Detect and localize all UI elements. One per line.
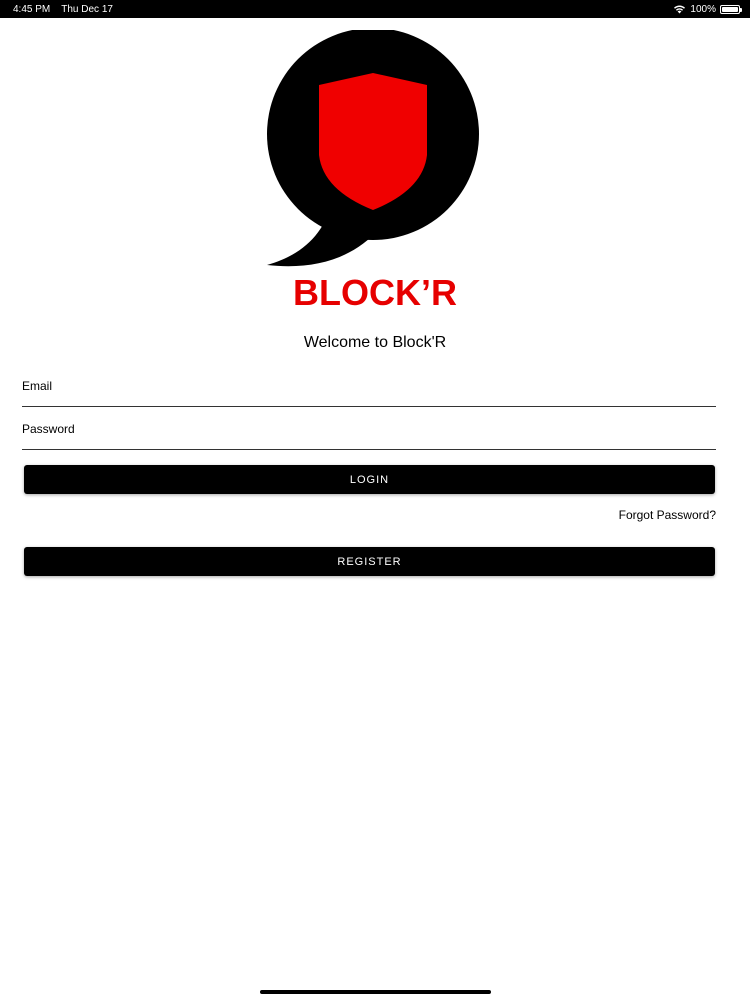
status-time: 4:45 PM <box>13 3 51 15</box>
welcome-heading: Welcome to Block'R <box>303 334 447 351</box>
battery-icon <box>720 4 742 14</box>
email-field[interactable] <box>22 375 716 406</box>
status-bar: 4:45 PM Thu Dec 17 100% <box>0 0 750 18</box>
password-field[interactable] <box>22 418 716 449</box>
email-field-container <box>22 375 716 407</box>
speech-bubble-shield-icon <box>267 30 479 267</box>
battery-percent: 100% <box>690 3 716 15</box>
register-button[interactable]: REGISTER <box>24 547 715 576</box>
status-date: Thu Dec 17 <box>61 3 113 15</box>
password-field-container <box>22 418 716 450</box>
login-screen: 4:45 PM Thu Dec 17 100% BLOCK’R Welcome … <box>0 0 750 1000</box>
login-button[interactable]: LOGIN <box>24 465 715 494</box>
status-left: 4:45 PM Thu Dec 17 <box>13 4 113 15</box>
forgot-password-link[interactable]: Forgot Password? <box>619 508 716 522</box>
battery-fill <box>722 6 738 12</box>
home-indicator[interactable] <box>260 990 491 994</box>
wifi-icon <box>674 5 686 14</box>
status-right: 100% <box>673 3 742 15</box>
brand-wordmark: BLOCK’R <box>293 272 457 313</box>
